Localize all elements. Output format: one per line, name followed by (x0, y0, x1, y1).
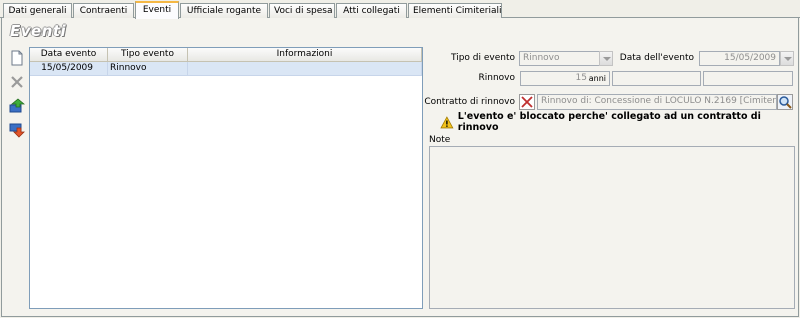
events-grid[interactable]: Data evento Tipo evento Informazioni 15/… (29, 47, 423, 309)
clear-x-icon (521, 96, 533, 108)
cell-informazioni (188, 62, 422, 75)
tipo-evento-select[interactable]: Rinnovo (519, 51, 600, 66)
rinnovo-label: Rinnovo (478, 73, 515, 83)
tab-ufficiale-rogante[interactable]: Ufficiale rogante (180, 3, 268, 18)
data-evento-label: Data dell'evento (619, 53, 694, 63)
contratto-rinnovo-field[interactable]: Rinnovo di: Concessione di LOCULO N.2169… (537, 94, 777, 110)
tab-contraenti[interactable]: Contraenti (73, 3, 134, 18)
delete-x-icon[interactable] (9, 73, 25, 91)
tab-voci-di-spesa[interactable]: Voci di spesa (269, 3, 335, 18)
tab-atti-collegati[interactable]: Atti collegati (336, 3, 407, 18)
tab-dati-generali[interactable]: Dati generali (3, 3, 72, 18)
cell-tipo-evento: Rinnovo (108, 62, 188, 75)
tab-elementi-cimiteriali[interactable]: Elementi Cimiteriali (408, 3, 502, 18)
rinnovo-duration-field[interactable]: 15 anni (520, 71, 610, 86)
tab-eventi[interactable]: Eventi (135, 1, 179, 19)
rinnovo-extra-field-2[interactable] (703, 71, 793, 86)
column-header-data-evento[interactable]: Data evento (30, 48, 108, 61)
data-evento-field[interactable]: 15/05/2009 (699, 51, 780, 66)
column-header-tipo-evento[interactable]: Tipo evento (108, 48, 188, 61)
clear-contract-button[interactable] (519, 94, 535, 110)
search-icon (779, 96, 792, 109)
note-label: Note (429, 135, 451, 145)
warning-text: L'evento e' bloccato perche' collegato a… (457, 111, 761, 133)
warning-icon (440, 115, 454, 128)
contratto-rinnovo-label: Contratto di rinnovo (424, 97, 515, 107)
section-title: Eventi (10, 22, 67, 40)
grid-header: Data evento Tipo evento Informazioni (30, 48, 422, 62)
export-arrow-icon[interactable] (9, 97, 25, 115)
lock-warning: L'evento e' bloccato perche' collegato a… (440, 111, 800, 133)
rinnovo-value: 15 (575, 73, 587, 83)
cell-data-evento: 15/05/2009 (30, 62, 108, 75)
rinnovo-unit: anni (588, 74, 606, 83)
note-textarea[interactable] (429, 146, 795, 309)
table-row[interactable]: 15/05/2009 Rinnovo (30, 62, 422, 76)
column-header-informazioni[interactable]: Informazioni (188, 48, 422, 61)
import-arrow-icon[interactable] (9, 121, 25, 139)
tab-bar: Dati generali Contraenti Eventi Ufficial… (0, 0, 800, 19)
search-contract-button[interactable] (777, 94, 793, 110)
calendar-dropdown-icon[interactable] (780, 51, 794, 66)
new-document-icon[interactable] (9, 49, 25, 67)
tipo-evento-label: Tipo di evento (450, 53, 515, 63)
side-toolbar (9, 49, 27, 145)
chevron-down-icon[interactable] (599, 51, 613, 66)
rinnovo-extra-field-1[interactable] (612, 71, 701, 86)
